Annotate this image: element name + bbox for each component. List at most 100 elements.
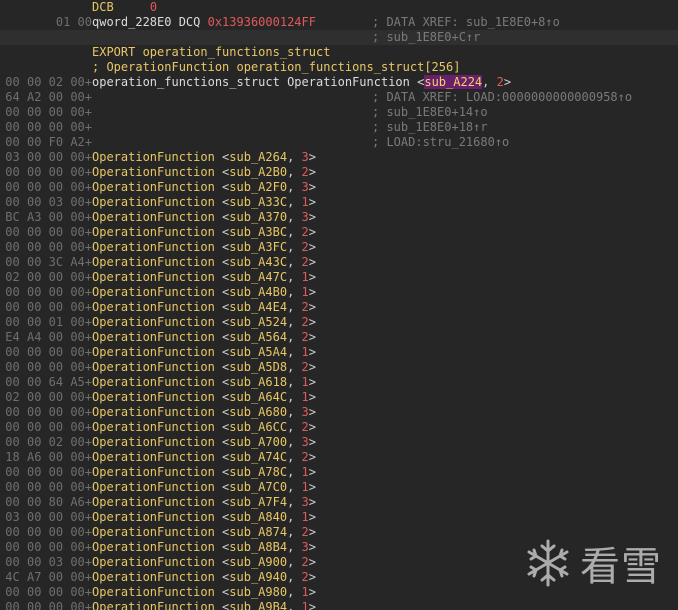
code-line[interactable]: 00 00 F0 A2+ ; LOAD:stru_21680↑o (0, 135, 678, 150)
sub-reference[interactable]: sub_A78C (229, 465, 287, 479)
code-token: , (287, 315, 302, 329)
code-line[interactable]: E4 A4 00 00+ OperationFunction <sub_A564,… (0, 330, 678, 345)
code-token: , (287, 360, 302, 374)
byte-column: 00 00 02 00+ (5, 435, 92, 449)
byte-column: 00 00 00 00+ (5, 600, 92, 610)
code-line[interactable]: DCB 0 (0, 0, 678, 15)
code-line[interactable]: 00 00 80 A6+ OperationFunction <sub_A7F4,… (0, 495, 678, 510)
code-line[interactable]: 00 00 00 00+ OperationFunction <sub_A7C0,… (0, 480, 678, 495)
code-line[interactable]: 00 00 00 00+ OperationFunction <sub_A2B0,… (0, 165, 678, 180)
code-token: > (308, 180, 316, 194)
disassembly-view[interactable]: DCB 0 01 00 qword_228E0 DCQ 0x13936000124F… (0, 0, 678, 610)
code-line[interactable]: 03 00 00 00+ OperationFunction <sub_A840,… (0, 510, 678, 525)
sub-reference[interactable]: sub_A224 (424, 75, 483, 89)
sub-reference[interactable]: sub_A874 (229, 525, 287, 539)
sub-reference[interactable]: sub_A9B4 (229, 600, 287, 610)
byte-column: 00 00 00 00+ (5, 120, 92, 134)
sub-reference[interactable]: sub_A8B4 (229, 540, 287, 554)
sub-reference[interactable]: sub_A524 (229, 315, 287, 329)
sub-reference[interactable]: sub_A700 (229, 435, 287, 449)
sub-reference[interactable]: sub_A33C (229, 195, 287, 209)
sub-reference[interactable]: sub_A680 (229, 405, 287, 419)
code-line[interactable]: 00 00 00 00+ ; sub_1E8E0+18↑r (0, 120, 678, 135)
code-line[interactable]: 00 00 00 00+ OperationFunction <sub_A680,… (0, 405, 678, 420)
entry-argument: 2 (301, 450, 309, 464)
code-line[interactable]: 00 00 00 00+ OperationFunction <sub_A78C,… (0, 465, 678, 480)
code-token: < (214, 480, 230, 494)
code-line[interactable]: 02 00 00 00+ OperationFunction <sub_A47C,… (0, 270, 678, 285)
code-line[interactable]: 00 00 00 00+ OperationFunction <sub_A5A4,… (0, 345, 678, 360)
code-line[interactable]: 00 00 00 00+ OperationFunction <sub_A6CC,… (0, 420, 678, 435)
code-token: > (308, 570, 316, 584)
code-line[interactable]: 00 00 03 00+ OperationFunction <sub_A33C,… (0, 195, 678, 210)
code-line[interactable]: 00 00 3C A4+ OperationFunction <sub_A43C,… (0, 255, 678, 270)
code-line[interactable]: 00 00 00 00+ ; sub_1E8E0+14↑o (0, 105, 678, 120)
sub-reference[interactable]: sub_A370 (229, 210, 287, 224)
sub-reference[interactable]: sub_A5A4 (229, 345, 287, 359)
sub-reference[interactable]: sub_A564 (229, 330, 287, 344)
code-line[interactable]: 00 00 01 00+ OperationFunction <sub_A524,… (0, 315, 678, 330)
sub-reference[interactable]: sub_A5D8 (229, 360, 287, 374)
sub-reference[interactable]: sub_A64C (229, 390, 287, 404)
code-line[interactable]: 00 00 02 00+ OperationFunction <sub_A700,… (0, 435, 678, 450)
code-token: , (482, 75, 497, 89)
sub-reference[interactable]: sub_A3BC (229, 225, 287, 239)
byte-column: 02 00 00 00+ (5, 390, 92, 404)
code-token: , (287, 480, 302, 494)
code-line[interactable]: 00 00 00 00+ OperationFunction <sub_A4E4,… (0, 300, 678, 315)
sub-reference[interactable]: sub_A47C (229, 270, 287, 284)
struct-type: OperationFunction (92, 255, 215, 269)
entry-argument: 3 (301, 540, 309, 554)
code-line[interactable]: 00 00 00 00+ OperationFunction <sub_A3FC,… (0, 240, 678, 255)
kanxue-watermark: 看雪 (522, 534, 662, 592)
sub-reference[interactable]: sub_A900 (229, 555, 287, 569)
struct-type: OperationFunction (92, 465, 215, 479)
code-token: > (308, 465, 316, 479)
code-token: , (287, 300, 302, 314)
code-token: < (214, 210, 230, 224)
sub-reference[interactable]: sub_A264 (229, 150, 287, 164)
sub-reference[interactable]: sub_A7C0 (229, 480, 287, 494)
code-line[interactable]: EXPORT operation_functions_struct (0, 45, 678, 60)
sub-reference[interactable]: sub_A43C (229, 255, 287, 269)
code-token: > (308, 525, 316, 539)
sub-reference[interactable]: sub_A4E4 (229, 300, 287, 314)
code-line[interactable]: 03 00 00 00+ OperationFunction <sub_A264,… (0, 150, 678, 165)
sub-reference[interactable]: sub_A3FC (229, 240, 287, 254)
code-line[interactable]: 00 00 00 00+ OperationFunction <sub_A9B4,… (0, 600, 678, 610)
code-line[interactable]: 00 00 00 00+ OperationFunction <sub_A3BC,… (0, 225, 678, 240)
struct-type: OperationFunction (92, 420, 215, 434)
code-token: < (214, 345, 230, 359)
byte-column: 00 00 00 00+ (5, 585, 92, 599)
code-line[interactable]: 00 00 02 00+ operation_functions_struct O… (0, 75, 678, 90)
code-line[interactable]: ; OperationFunction operation_functions_… (0, 60, 678, 75)
entry-argument: 2 (301, 300, 309, 314)
code-line[interactable]: 64 A2 00 00+ ; DATA XREF: LOAD:0000000000… (0, 90, 678, 105)
code-line[interactable]: BC A3 00 00+ OperationFunction <sub_A370,… (0, 210, 678, 225)
code-token: , (287, 240, 302, 254)
code-line[interactable]: 00 00 00 00+ OperationFunction <sub_A4B0,… (0, 285, 678, 300)
code-line[interactable]: 02 00 00 00+ OperationFunction <sub_A64C,… (0, 390, 678, 405)
sub-reference[interactable]: sub_A4B0 (229, 285, 287, 299)
code-token: , (287, 255, 302, 269)
sub-reference[interactable]: sub_A2B0 (229, 165, 287, 179)
code-line[interactable]: 18 A6 00 00+ OperationFunction <sub_A74C,… (0, 450, 678, 465)
sub-reference[interactable]: sub_A74C (229, 450, 287, 464)
sub-reference[interactable]: sub_A618 (229, 375, 287, 389)
entry-argument: 2 (301, 165, 309, 179)
sub-reference[interactable]: sub_A6CC (229, 420, 287, 434)
code-line[interactable]: 00 00 00 00+ OperationFunction <sub_A2F0,… (0, 180, 678, 195)
code-token: , (287, 225, 302, 239)
byte-column: 03 00 00 00+ (5, 510, 92, 524)
code-line[interactable]: 00 00 00 00+ OperationFunction <sub_A5D8,… (0, 360, 678, 375)
sub-reference[interactable]: sub_A980 (229, 585, 287, 599)
code-token: < (214, 570, 230, 584)
code-line[interactable]: 00 00 64 A5+ OperationFunction <sub_A618,… (0, 375, 678, 390)
code-line[interactable]: ; sub_1E8E0+C↑r (0, 30, 678, 45)
sub-reference[interactable]: sub_A7F4 (229, 495, 287, 509)
code-line[interactable]: 01 00 qword_228E0 DCQ 0x13936000124FF ; DA… (0, 15, 678, 30)
sub-reference[interactable]: sub_A2F0 (229, 180, 287, 194)
sub-reference[interactable]: sub_A940 (229, 570, 287, 584)
xref-comment: ; DATA XREF: sub_1E8E0+8↑o (372, 15, 560, 29)
sub-reference[interactable]: sub_A840 (229, 510, 287, 524)
